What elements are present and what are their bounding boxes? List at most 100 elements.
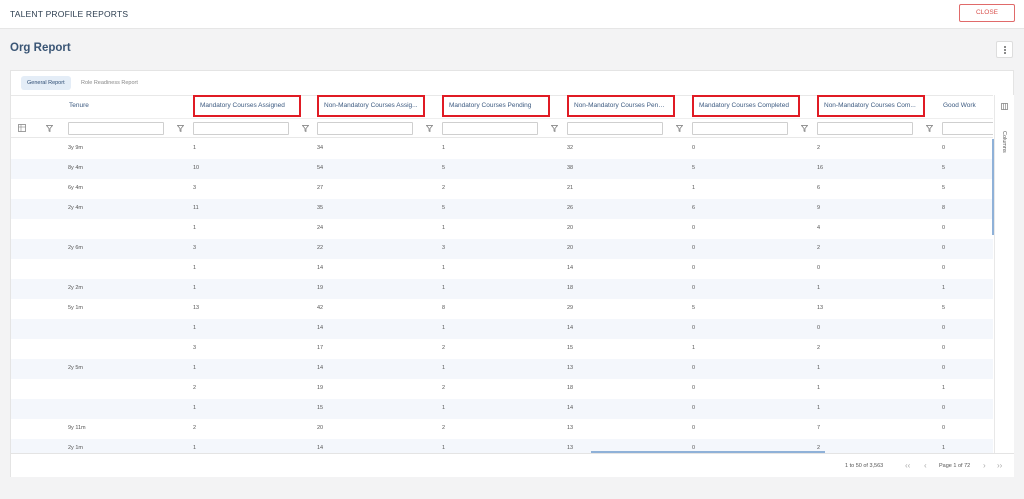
filter-icon[interactable] [801,125,808,132]
table-cell: 21 [567,185,574,191]
table-row[interactable]: 1 14 1 14 0 0 0 [11,259,993,279]
column-header-2[interactable]: Mandatory Courses Assigned [193,95,301,117]
table-row[interactable]: 3 17 2 15 1 2 0 [11,339,993,359]
table-row[interactable]: 2y 6m 3 22 3 20 0 2 0 [11,239,993,259]
table-row[interactable]: 9y 11m 2 20 2 13 0 7 0 [11,419,993,439]
column-filter-input[interactable] [692,122,788,135]
filter-icon[interactable] [46,125,53,132]
column-filter-input[interactable] [567,122,663,135]
table-cell: 1 [942,285,946,291]
column-header-3[interactable]: Non-Mandatory Courses Assig... [317,95,425,117]
table-cell: 5 [692,305,696,311]
filter-icon[interactable] [926,125,933,132]
table-cell: 13 [567,445,574,451]
table-row[interactable]: 5y 1m 13 42 8 29 5 13 5 [11,299,993,319]
column-header-1[interactable]: Tenure [69,102,89,109]
table-row[interactable]: 2y 2m 1 19 1 18 0 1 1 [11,279,993,299]
table-cell: 1 [193,405,197,411]
table-row[interactable]: 1 24 1 20 0 4 0 [11,219,993,239]
prev-page-button[interactable]: ‹ [924,462,927,470]
table-cell: 1 [942,385,946,391]
table-cell: 20 [317,425,324,431]
table-cell: 1 [193,325,197,331]
table-row[interactable]: 2 19 2 18 0 1 1 [11,379,993,399]
table-row[interactable]: 8y 4m 10 54 5 38 5 16 5 [11,159,993,179]
table-cell: 5 [942,165,946,171]
tab-role-readiness-report[interactable]: Role Readiness Report [75,76,144,90]
filter-icon[interactable] [551,125,558,132]
table-cell: 27 [317,185,324,191]
column-header-7[interactable]: Non-Mandatory Courses Com... [817,95,925,117]
table-cell: 1 [442,445,446,451]
column-filter-input[interactable] [68,122,164,135]
table-cell: 5y 1m [68,305,83,311]
filter-icon[interactable] [177,125,184,132]
pagination-bar: 1 to 50 of 3,563 ‹‹ ‹ Page 1 of 72 › ›› [11,453,1014,477]
filter-icon[interactable] [302,125,309,132]
table-cell: 1 [692,345,696,351]
table-cell: 1 [193,225,197,231]
table-cell: 13 [193,305,200,311]
table-cell: 15 [567,345,574,351]
table-cell: 0 [692,425,696,431]
column-filter-input[interactable] [193,122,289,135]
table-cell: 0 [942,265,946,271]
table-row[interactable]: 2y 5m 1 14 1 13 0 1 0 [11,359,993,379]
column-header-6[interactable]: Mandatory Courses Completed [692,95,800,117]
table-cell: 1 [442,265,446,271]
tab-general-report[interactable]: General Report [21,76,71,90]
table-cell: 1 [442,325,446,331]
table-cell: 14 [317,445,324,451]
filter-icon[interactable] [426,125,433,132]
table-cell: 8 [442,305,446,311]
close-button[interactable]: CLOSE [959,4,1015,22]
table-cell: 2 [817,245,821,251]
table-cell: 19 [317,385,324,391]
table-cell: 0 [942,245,946,251]
table-row[interactable]: 2y 1m 1 14 1 13 0 2 1 [11,439,993,453]
next-page-button[interactable]: › [983,462,986,470]
column-header-5[interactable]: Non-Mandatory Courses Pendi... [567,95,675,117]
column-header-8[interactable]: Good Work [943,102,976,109]
table-cell: 1 [942,445,946,451]
filter-row [11,118,993,138]
table-cell: 2y 4m [68,205,83,211]
table-cell: 2 [817,145,821,151]
first-page-button[interactable]: ‹‹ [905,462,910,470]
table-cell: 14 [567,325,574,331]
last-page-button[interactable]: ›› [997,462,1002,470]
table-row[interactable]: 6y 4m 3 27 2 21 1 6 5 [11,179,993,199]
table-cell: 1 [193,145,197,151]
grid-icon[interactable] [18,124,26,132]
table-cell: 2 [193,385,197,391]
filter-icon[interactable] [676,125,683,132]
table-cell: 2y 1m [68,445,83,451]
column-filter-input[interactable] [317,122,413,135]
table-cell: 3y 9m [68,145,83,151]
data-grid: Tenure Mandatory Courses Assigned Non-Mand… [11,95,993,453]
column-header-4[interactable]: Mandatory Courses Pending [442,95,550,117]
table-cell: 0 [942,425,946,431]
column-filter-input[interactable] [942,122,993,135]
kebab-menu-icon[interactable] [996,41,1013,58]
column-filter-input[interactable] [817,122,913,135]
table-cell: 0 [692,265,696,271]
table-cell: 1 [817,365,821,371]
row-summary: 1 to 50 of 3,563 [845,463,884,469]
columns-sidebar[interactable]: Columns [994,95,1014,453]
table-cell: 13 [817,305,824,311]
table-cell: 24 [317,225,324,231]
columns-label[interactable]: Columns [1001,131,1007,153]
table-cell: 2y 6m [68,245,83,251]
table-cell: 5 [442,205,446,211]
table-row[interactable]: 1 15 1 14 0 1 0 [11,399,993,419]
table-row[interactable]: 1 14 1 14 0 0 0 [11,319,993,339]
column-filter-input[interactable] [442,122,538,135]
table-cell: 3 [442,245,446,251]
table-cell: 6y 4m [68,185,83,191]
table-cell: 2 [442,185,446,191]
table-row[interactable]: 3y 9m 1 34 1 32 0 2 0 [11,139,993,159]
table-cell: 54 [317,165,324,171]
table-cell: 1 [692,185,696,191]
table-row[interactable]: 2y 4m 11 35 5 26 6 9 8 [11,199,993,219]
